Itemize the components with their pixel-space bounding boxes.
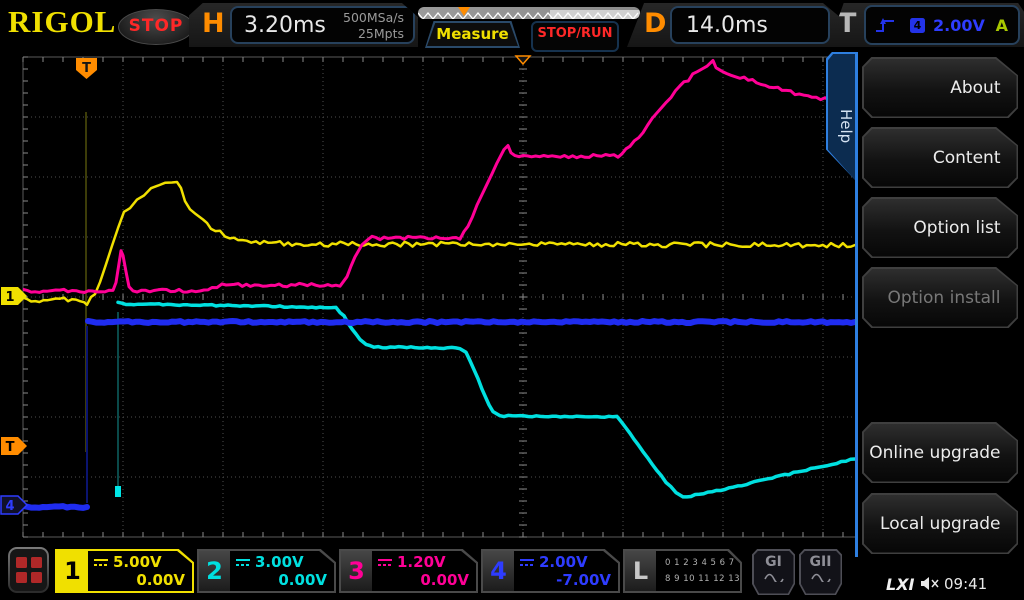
trigger-box[interactable]: 4 2.00V A bbox=[864, 5, 1020, 45]
trigger-slope-icon bbox=[874, 14, 896, 36]
dc-coupling-icon bbox=[235, 557, 251, 567]
channel-1-box[interactable]: 1 5.00V 0.00V bbox=[55, 549, 194, 593]
horizontal-panel: H 3.20ms 500MSa/s25Mpts bbox=[189, 3, 418, 47]
menu-item-local-upgrade[interactable]: Local upgrade bbox=[862, 493, 1018, 554]
gen1-box[interactable]: GI bbox=[752, 549, 795, 595]
sample-rate: 500MSa/s25Mpts bbox=[343, 10, 404, 43]
channel-1-number: 1 bbox=[57, 551, 88, 591]
delay-panel: D 14.0ms bbox=[627, 3, 840, 47]
delay-value: 14.0ms bbox=[686, 13, 768, 38]
channel-3-offset: 0.00V bbox=[420, 571, 469, 589]
menu-item-about[interactable]: About bbox=[862, 57, 1018, 118]
gen2-box[interactable]: GII bbox=[799, 549, 842, 595]
channel-3-box[interactable]: 3 1.20V 0.00V bbox=[339, 549, 478, 593]
h-label: H bbox=[202, 8, 225, 39]
digital-channels-box[interactable]: L 0 1 2 3 4 5 6 78 9 10 11 12 13 14 15 bbox=[623, 549, 742, 593]
sine-icon bbox=[764, 572, 784, 582]
trigger-level: 2.00V bbox=[933, 16, 985, 35]
channel-3-scale: 1.20V bbox=[397, 553, 446, 571]
svg-text:1: 1 bbox=[5, 290, 14, 305]
channel-2-offset: 0.00V bbox=[278, 571, 327, 589]
run-state-badge: STOP bbox=[118, 9, 194, 45]
dc-coupling-icon bbox=[93, 557, 109, 567]
dc-coupling-icon bbox=[519, 557, 535, 567]
timebase-value: 3.20ms bbox=[244, 13, 326, 38]
channel-1-offset: 0.00V bbox=[136, 571, 185, 589]
channel-3-number: 3 bbox=[341, 551, 372, 591]
d-label: D bbox=[644, 8, 666, 39]
digital-label: L bbox=[625, 551, 656, 591]
svg-text:T: T bbox=[82, 61, 91, 76]
t-label: T bbox=[838, 8, 856, 39]
measure-button[interactable]: Measure bbox=[425, 21, 520, 48]
channel-2-number: 2 bbox=[199, 551, 230, 591]
lxi-logo: LXI bbox=[886, 575, 914, 594]
clock: 09:41 bbox=[944, 575, 987, 593]
stop-run-button[interactable]: STOP/RUN bbox=[531, 21, 619, 52]
rigol-logo: RIGOL bbox=[8, 4, 116, 40]
channel-4-box[interactable]: 4 2.00V -7.00V bbox=[481, 549, 620, 593]
timebase-box[interactable]: 3.20ms 500MSa/s25Mpts bbox=[230, 6, 415, 44]
channel-1-scale: 5.00V bbox=[113, 553, 162, 571]
trigger-mode: A bbox=[996, 16, 1008, 35]
main-menu-button[interactable] bbox=[8, 547, 49, 593]
menu-item-online-upgrade[interactable]: Online upgrade bbox=[862, 422, 1018, 483]
channel-2-scale: 3.00V bbox=[255, 553, 304, 571]
grid-icon bbox=[10, 549, 47, 591]
memory-trigger-marker-icon bbox=[457, 7, 471, 16]
delay-box[interactable]: 14.0ms bbox=[670, 6, 830, 44]
menu-item-content[interactable]: Content bbox=[862, 127, 1018, 188]
trigger-source-badge: 4 bbox=[910, 18, 925, 33]
dc-coupling-icon bbox=[377, 557, 393, 567]
sine-icon bbox=[811, 572, 831, 582]
speaker-muted-icon bbox=[920, 577, 942, 591]
channel-2-box[interactable]: 2 3.00V 0.00V bbox=[197, 549, 336, 593]
channel-4-number: 4 bbox=[483, 551, 514, 591]
channel-4-offset: -7.00V bbox=[556, 571, 611, 589]
menu-item-option-list[interactable]: Option list bbox=[862, 197, 1018, 258]
memory-position-bar bbox=[418, 7, 640, 19]
channel-4-scale: 2.00V bbox=[539, 553, 588, 571]
svg-text:4: 4 bbox=[5, 499, 14, 514]
menu-item-option-install: Option install bbox=[862, 267, 1018, 328]
svg-text:T: T bbox=[6, 440, 15, 455]
trigger-panel: T 4 2.00V A bbox=[828, 3, 1024, 47]
